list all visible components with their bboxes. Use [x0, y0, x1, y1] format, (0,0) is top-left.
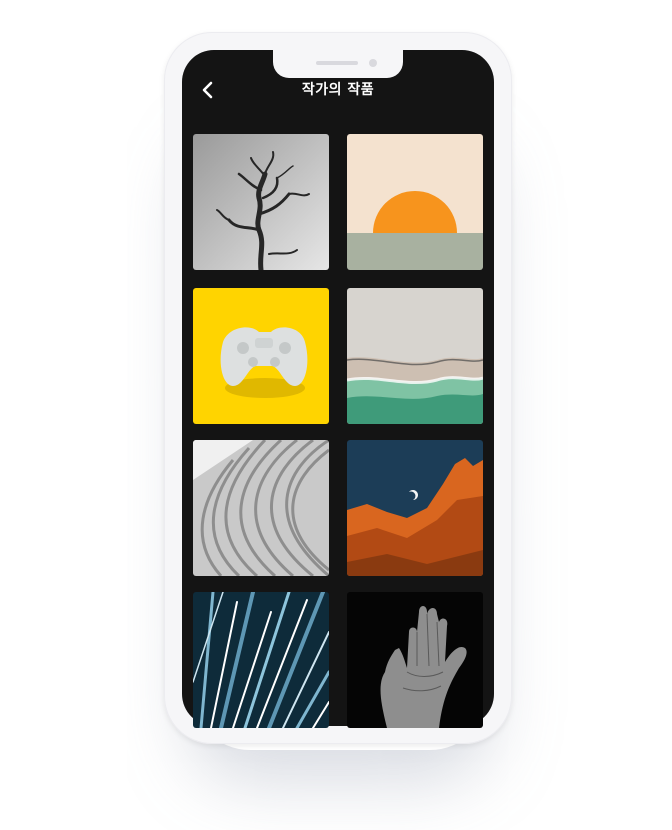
gallery-item-curved-architecture[interactable] — [193, 440, 329, 576]
gallery-item-sunset[interactable] — [347, 134, 483, 270]
page-title: 작가의 작품 — [301, 82, 375, 98]
app-header: 작가의 작품 — [182, 74, 494, 104]
gallery-item-game-controller[interactable] — [193, 288, 329, 424]
gallery-item-hand[interactable] — [347, 592, 483, 728]
gallery-item-light-streaks[interactable] — [193, 592, 329, 728]
chevron-left-icon — [202, 81, 213, 99]
gallery-item-red-rock-moon[interactable] — [347, 440, 483, 576]
gallery-item-beach-aerial[interactable] — [347, 288, 483, 424]
phone-speaker — [316, 61, 358, 65]
gallery-item-bare-tree[interactable] — [193, 134, 329, 270]
phone-camera — [369, 59, 377, 67]
back-button[interactable] — [196, 78, 220, 102]
